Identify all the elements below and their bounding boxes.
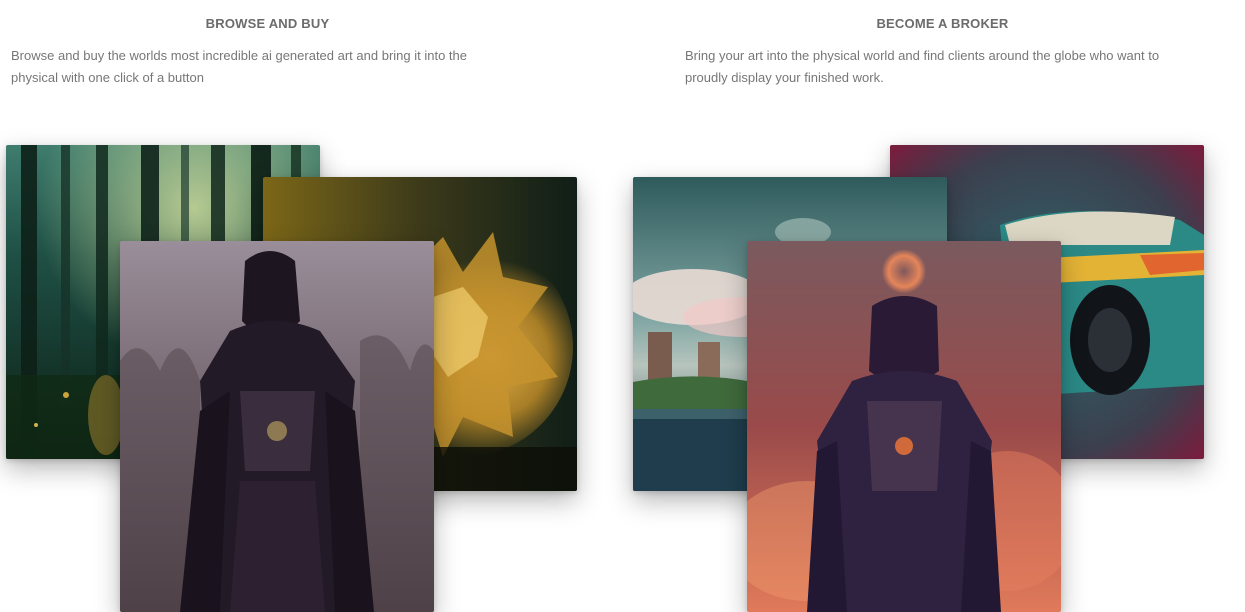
smoke-armored-figure-artwork[interactable] (747, 241, 1061, 612)
browse-and-buy-title: BROWSE AND BUY (205, 16, 330, 31)
become-a-broker-title: BECOME A BROKER (876, 16, 1009, 31)
dark-armored-figure-artwork[interactable] (120, 241, 434, 612)
become-a-broker-description: Bring your art into the physical world a… (685, 48, 1160, 85)
browse-and-buy-description: Browse and buy the worlds most incredibl… (11, 48, 467, 85)
